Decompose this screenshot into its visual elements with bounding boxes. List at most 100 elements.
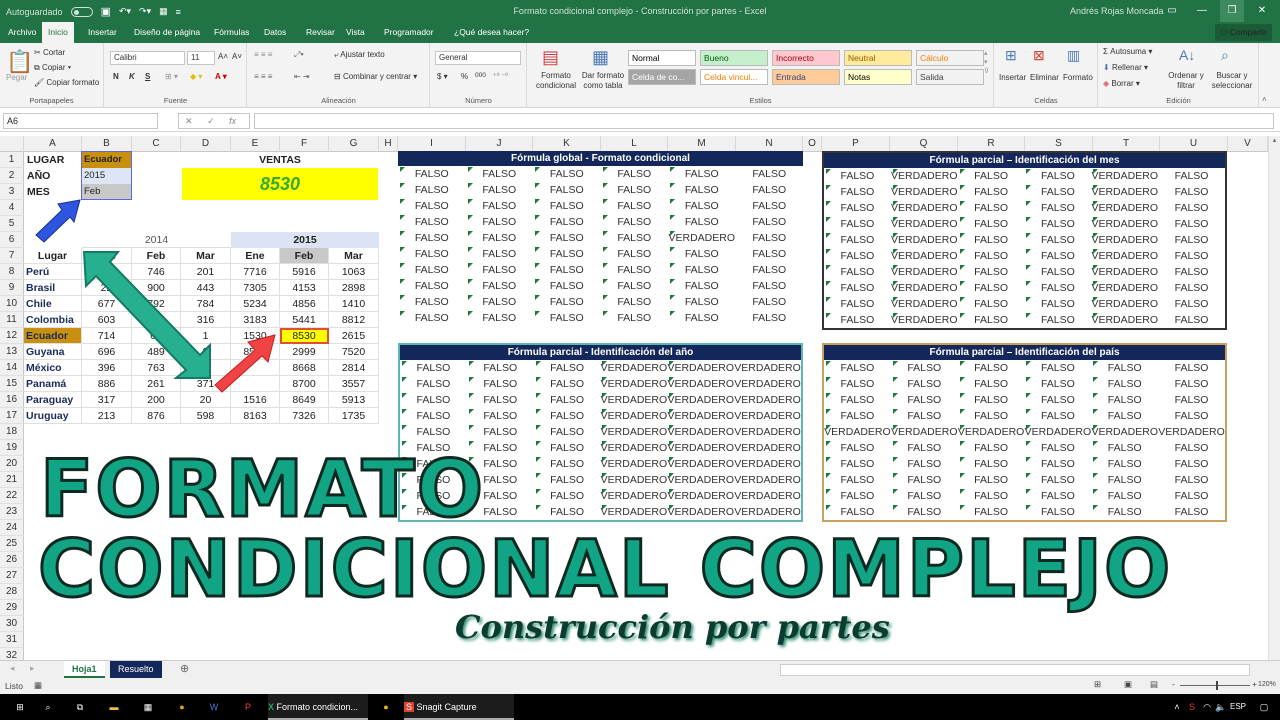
zoom-level[interactable]: 120% xyxy=(1258,681,1276,688)
calculator-icon[interactable]: ▦ xyxy=(136,694,160,720)
panel-cell[interactable]: VERDADERO xyxy=(600,488,667,504)
panel-cell[interactable]: FALSO xyxy=(467,424,534,440)
style-cell-3[interactable]: Neutral xyxy=(844,50,912,66)
panel-cell[interactable]: FALSO xyxy=(398,262,466,278)
sales-value-cell[interactable]: 677 xyxy=(82,296,132,312)
panel-cell[interactable]: FALSO xyxy=(601,278,669,294)
panel-cell[interactable]: FALSO xyxy=(824,232,891,248)
sales-value-cell[interactable]: 8668 xyxy=(280,360,329,376)
format-painter-button[interactable]: 🖌 Copiar formato xyxy=(34,78,99,87)
underline-button[interactable]: S xyxy=(145,72,150,81)
name-box[interactable]: A6 xyxy=(3,113,158,129)
panel-cell[interactable]: FALSO xyxy=(1158,472,1225,488)
table-format-icon[interactable]: ▦ xyxy=(592,47,609,68)
panel-cell[interactable]: FALSO xyxy=(398,294,466,310)
panel-cell[interactable]: FALSO xyxy=(736,278,804,294)
sales-value-cell[interactable]: 5913 xyxy=(329,392,379,408)
panel-cell[interactable]: FALSO xyxy=(1158,392,1225,408)
panel-cell[interactable]: FALSO xyxy=(824,296,891,312)
panel-cell[interactable]: VERDADERO xyxy=(667,472,734,488)
user-name[interactable]: Andrés Rojas Moncada xyxy=(1070,6,1164,16)
panel-cell[interactable]: FALSO xyxy=(736,230,804,246)
app-icon[interactable]: ● xyxy=(378,694,394,720)
style-cell-0[interactable]: Normal xyxy=(628,50,696,66)
panel-cell[interactable]: VERDADERO xyxy=(734,488,801,504)
tray-snagit-icon[interactable]: S xyxy=(1186,694,1198,720)
panel-cell[interactable]: FALSO xyxy=(1024,184,1091,200)
fill-button[interactable]: ⬇ Rellenar ▾ xyxy=(1103,63,1148,72)
panel-cell[interactable]: VERDADERO xyxy=(600,504,667,520)
tab-6[interactable]: Revisar xyxy=(300,22,341,43)
panel-cell[interactable]: FALSO xyxy=(601,214,669,230)
panel-cell[interactable]: VERDADERO xyxy=(667,424,734,440)
column-header-Q[interactable]: Q xyxy=(890,136,958,152)
panel-cell[interactable]: FALSO xyxy=(1024,472,1091,488)
row-header-4[interactable]: 4 xyxy=(0,200,24,216)
style-cell-7[interactable]: Entrada xyxy=(772,69,840,85)
delete-cells-button[interactable]: Eliminar xyxy=(1030,73,1059,82)
panel-cell[interactable]: FALSO xyxy=(1024,360,1091,376)
notifications-icon[interactable]: ▢ xyxy=(1254,694,1274,720)
column-header-M[interactable]: M xyxy=(668,136,736,152)
panel-cell[interactable]: FALSO xyxy=(1024,376,1091,392)
panel-cell[interactable]: FALSO xyxy=(1024,504,1091,520)
cancel-icon[interactable]: ✕ xyxy=(185,116,193,126)
panel-cell[interactable]: VERDADERO xyxy=(891,200,958,216)
row-header-2[interactable]: 2 xyxy=(0,168,24,184)
panel-cell[interactable]: FALSO xyxy=(533,278,601,294)
tab-3[interactable]: Diseño de página xyxy=(128,22,206,43)
style-cell-1[interactable]: Bueno xyxy=(700,50,768,66)
panel-cell[interactable]: FALSO xyxy=(534,456,601,472)
panel-cell[interactable]: VERDADERO xyxy=(734,376,801,392)
styles-scroll[interactable]: ▴ ▾ ⊽ xyxy=(984,49,989,76)
panel-cell[interactable]: FALSO xyxy=(958,472,1025,488)
panel-cell[interactable]: VERDADERO xyxy=(600,424,667,440)
row-header-5[interactable]: 5 xyxy=(0,216,24,232)
wrap-text-button[interactable]: ⤶ Ajustar texto xyxy=(334,50,385,60)
panel-cell[interactable]: FALSO xyxy=(1024,248,1091,264)
sales-value-cell[interactable]: 7716 xyxy=(231,264,280,280)
panel-cell[interactable]: VERDADERO xyxy=(600,376,667,392)
page-break-icon[interactable]: ▤ xyxy=(1150,679,1158,690)
sales-value-cell[interactable]: 20 xyxy=(181,392,231,408)
row-header-21[interactable]: 21 xyxy=(0,472,24,488)
panel-cell[interactable]: FALSO xyxy=(533,262,601,278)
row-header-24[interactable]: 24 xyxy=(0,520,24,536)
panel-cell[interactable]: FALSO xyxy=(467,376,534,392)
sales-value-cell[interactable]: 3557 xyxy=(329,376,379,392)
sales-value-cell[interactable] xyxy=(231,376,280,392)
panel-cell[interactable]: FALSO xyxy=(958,376,1025,392)
panel-cell[interactable]: FALSO xyxy=(1091,440,1158,456)
panel-cell[interactable]: FALSO xyxy=(601,294,669,310)
panel-cell[interactable]: VERDADERO xyxy=(600,440,667,456)
panel-cell[interactable]: FALSO xyxy=(1024,200,1091,216)
panel-cell[interactable]: VERDADERO xyxy=(667,376,734,392)
sales-value-cell[interactable]: 443 xyxy=(181,280,231,296)
row-header-10[interactable]: 10 xyxy=(0,296,24,312)
zoom-slider[interactable] xyxy=(1180,681,1250,690)
sales-value-cell[interactable]: 876 xyxy=(132,408,181,424)
sales-value-cell[interactable]: 5234 xyxy=(231,296,280,312)
sales-value-cell[interactable]: 4153 xyxy=(280,280,329,296)
column-header-O[interactable]: O xyxy=(803,136,822,152)
panel-cell[interactable]: FALSO xyxy=(824,184,891,200)
horizontal-scrollbar[interactable] xyxy=(780,664,1250,676)
panel-cell[interactable]: FALSO xyxy=(533,310,601,326)
country-cell[interactable]: Colombia xyxy=(24,312,82,328)
panel-cell[interactable]: FALSO xyxy=(1091,392,1158,408)
panel-cell[interactable]: VERDADERO xyxy=(667,440,734,456)
sales-value-cell[interactable]: 8649 xyxy=(280,392,329,408)
style-cell-4[interactable]: Cálculo xyxy=(916,50,984,66)
country-cell[interactable]: Panamá xyxy=(24,376,82,392)
panel-cell[interactable]: FALSO xyxy=(400,408,467,424)
panel-cell[interactable]: FALSO xyxy=(601,310,669,326)
panel-cell[interactable]: FALSO xyxy=(1158,232,1225,248)
ventas-value[interactable]: 8530 xyxy=(182,168,378,200)
sheet-nav-prev-icon[interactable]: ◂ xyxy=(10,663,15,674)
panel-cell[interactable]: FALSO xyxy=(1158,456,1225,472)
sales-value-cell[interactable]: 201 xyxy=(181,264,231,280)
panel-cell[interactable]: FALSO xyxy=(534,488,601,504)
panel-cell[interactable]: FALSO xyxy=(534,376,601,392)
column-header-F[interactable]: F xyxy=(280,136,329,152)
panel-cell[interactable]: VERDADERO xyxy=(1024,424,1091,440)
